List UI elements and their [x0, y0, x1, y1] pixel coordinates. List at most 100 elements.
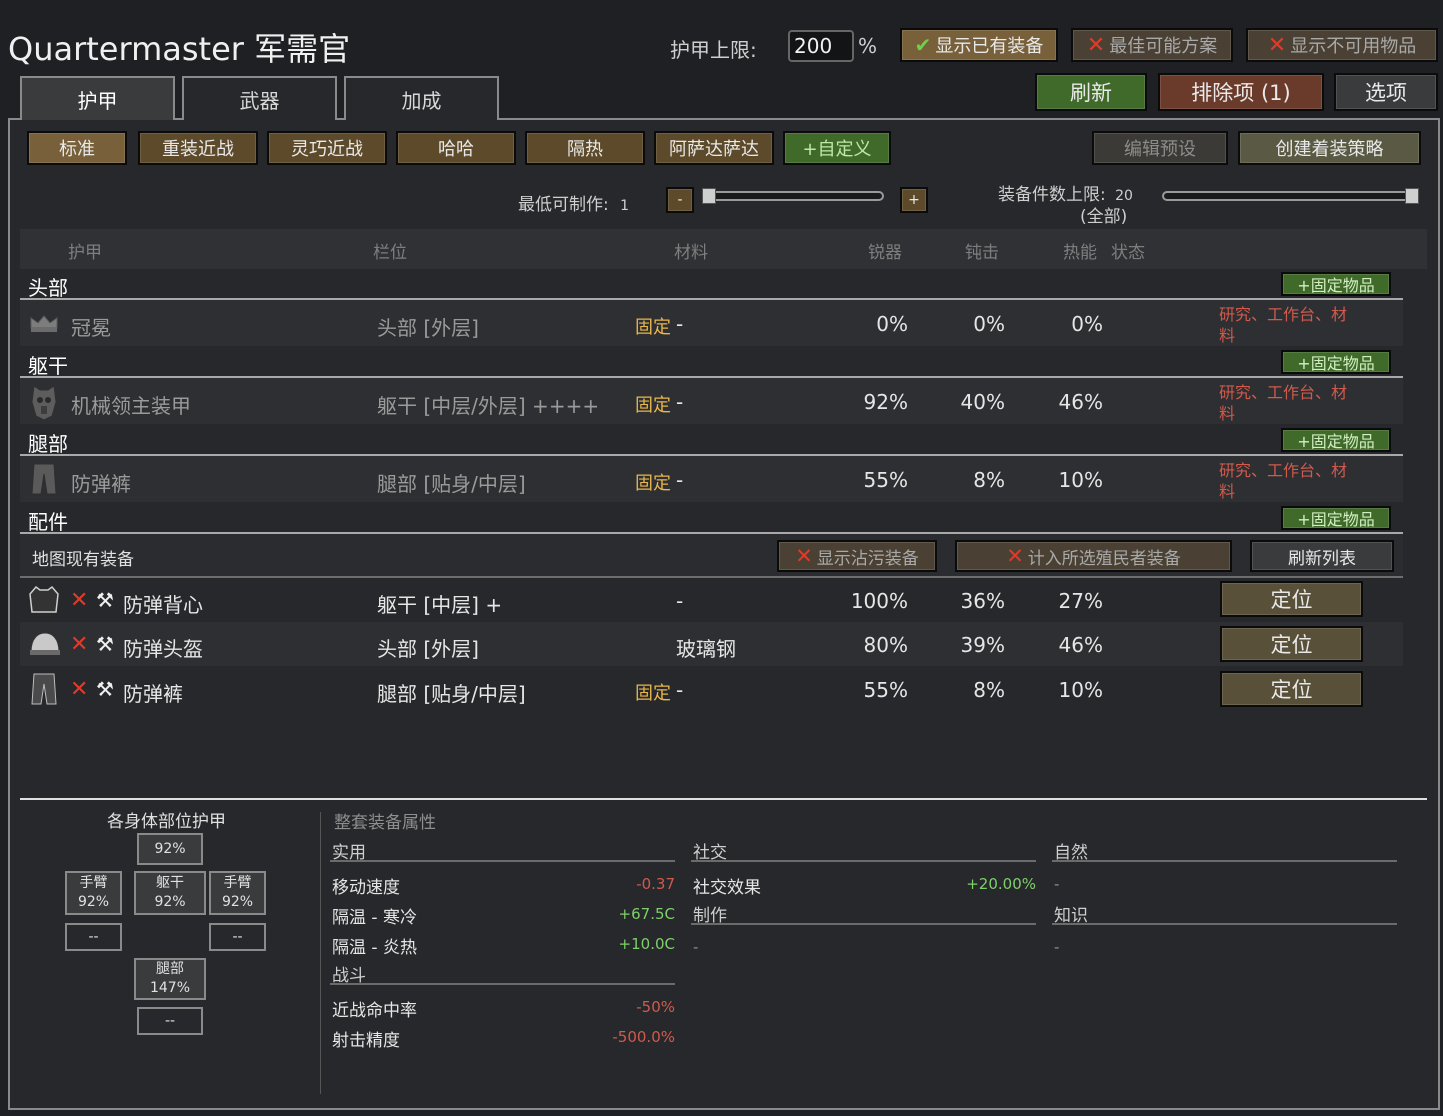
helmet-icon — [28, 630, 62, 658]
header-heat[interactable]: 热能 — [1063, 238, 1097, 263]
vertical-separator — [320, 812, 321, 1094]
header-status[interactable]: 状态 — [1111, 238, 1145, 263]
map-item-name: 防弹背心 — [123, 593, 203, 617]
min-craftable-thumb[interactable] — [702, 188, 716, 204]
torso-value: 92% — [154, 894, 186, 910]
tab-weapons[interactable]: 武器 — [182, 76, 337, 120]
header-blunt[interactable]: 钝击 — [965, 238, 999, 263]
tab-bonuses[interactable]: 加成 — [344, 76, 499, 120]
section-divider — [330, 983, 675, 985]
header-armor[interactable]: 护甲 — [68, 238, 102, 263]
map-item-name: 防弹头盔 — [123, 637, 203, 661]
item-material: - — [676, 468, 684, 492]
knowledge-value: - — [1054, 938, 1060, 956]
locate-button[interactable]: 定位 — [1220, 626, 1363, 662]
table-row[interactable] — [20, 578, 1403, 622]
stat-name: 社交效果 — [693, 878, 761, 898]
torso-label: 躯干 — [156, 875, 184, 891]
item-name: 防弹裤 — [71, 472, 131, 496]
fix-item-torso-button[interactable]: +固定物品 — [1281, 350, 1391, 374]
req-line-2: 料 — [1219, 404, 1236, 423]
create-policy-button[interactable]: 创建着装策略 — [1238, 131, 1421, 165]
section-divider — [691, 923, 1036, 925]
vest-icon — [28, 584, 60, 616]
exclude-icon[interactable]: ✕ — [70, 632, 88, 657]
exclude-icon[interactable]: ✕ — [70, 588, 88, 613]
fixed-badge: 固定 — [635, 683, 671, 704]
item-sharp: 92% — [863, 390, 908, 414]
min-craftable-increase[interactable]: + — [900, 187, 928, 213]
exclusions-button[interactable]: 排除项 (1) — [1158, 73, 1324, 111]
preset-add-custom[interactable]: +自定义 — [783, 131, 891, 165]
item-blunt: 40% — [960, 390, 1005, 414]
hammer-icon[interactable]: ⚒ — [96, 677, 114, 701]
stat-value: -0.37 — [636, 875, 675, 893]
req-line-2: 料 — [1219, 482, 1236, 501]
refresh-list-button[interactable]: 刷新列表 — [1250, 540, 1394, 572]
right-hand-value: -- — [232, 928, 243, 945]
cross-icon: ✕ — [795, 544, 813, 568]
item-material: - — [676, 312, 684, 336]
map-item-heat: 46% — [1058, 633, 1103, 657]
armor-cap-input[interactable]: 200 — [788, 30, 854, 62]
min-craftable-text: 最低可制作: — [518, 195, 609, 215]
left-arm-value: 92% — [77, 894, 110, 910]
fix-item-legs-button[interactable]: +固定物品 — [1281, 428, 1391, 452]
map-item-heat: 10% — [1058, 678, 1103, 702]
fix-item-accessories-button[interactable]: +固定物品 — [1281, 506, 1391, 530]
exclude-icon[interactable]: ✕ — [70, 677, 88, 702]
map-item-sharp: 100% — [850, 589, 908, 613]
options-button[interactable]: 选项 — [1334, 73, 1438, 111]
section-head-label: 头部 — [28, 276, 68, 300]
max-items-slider[interactable] — [1162, 191, 1418, 201]
right-arm-armor-box: 手臂 92% — [209, 871, 266, 915]
header-slot[interactable]: 栏位 — [373, 238, 407, 263]
table-row[interactable] — [20, 666, 1403, 710]
count-colonists-button[interactable]: ✕ 计入所选殖民者装备 — [955, 540, 1232, 572]
header-material[interactable]: 材料 — [674, 238, 708, 263]
max-items-sub: (全部) — [1080, 207, 1128, 227]
feet-armor-box: -- — [137, 1007, 203, 1035]
preset-heavy-melee[interactable]: 重装近战 — [138, 131, 258, 165]
locate-button[interactable]: 定位 — [1220, 581, 1363, 617]
preset-insulation[interactable]: 隔热 — [525, 131, 645, 165]
preset-haha[interactable]: 哈哈 — [396, 131, 516, 165]
preset-standard[interactable]: 标准 — [27, 131, 127, 165]
show-tainted-button[interactable]: ✕ 显示沾污装备 — [777, 540, 937, 572]
min-craftable-decrease[interactable]: - — [666, 187, 694, 213]
map-item-slot: 躯干 [中层] + — [377, 593, 503, 617]
map-item-blunt: 8% — [973, 678, 1005, 702]
locate-button[interactable]: 定位 — [1220, 671, 1363, 707]
map-item-material: - — [676, 589, 684, 613]
refresh-button[interactable]: 刷新 — [1035, 73, 1147, 111]
fix-item-head-button[interactable]: +固定物品 — [1281, 272, 1391, 296]
hammer-icon[interactable]: ⚒ — [96, 588, 114, 612]
show-owned-button[interactable]: ✔ 显示已有装备 — [900, 28, 1058, 62]
max-items-thumb[interactable] — [1405, 188, 1419, 204]
item-sharp: 55% — [863, 468, 908, 492]
req-line-1: 研究、工作台、材 — [1219, 461, 1348, 480]
preset-agile-melee[interactable]: 灵巧近战 — [267, 131, 387, 165]
header-sharp[interactable]: 锐器 — [868, 238, 902, 263]
window-title: Quartermaster 军需官 — [8, 30, 351, 68]
best-possible-button[interactable]: ✕ 最佳可能方案 — [1071, 28, 1233, 62]
show-tainted-label: 显示沾污装备 — [816, 548, 919, 569]
map-item-material: 玻璃钢 — [676, 637, 736, 661]
edit-preset-button[interactable]: 编辑预设 — [1092, 131, 1228, 165]
head-armor-box: 92% — [137, 833, 203, 865]
preset-custom-named[interactable]: 阿萨达萨达 — [654, 131, 774, 165]
min-craftable-slider[interactable] — [702, 191, 884, 201]
map-item-slot: 头部 [外层] — [377, 637, 479, 661]
show-unavailable-button[interactable]: ✕ 显示不可用物品 — [1246, 28, 1438, 62]
item-slot: 头部 [外层] — [377, 316, 479, 340]
head-armor-value: 92% — [154, 840, 186, 857]
fixed-badge: 固定 — [635, 317, 671, 338]
tab-armor[interactable]: 护甲 — [20, 76, 175, 120]
item-blunt: 0% — [973, 312, 1005, 336]
section-divider — [1052, 923, 1397, 925]
map-section-label: 地图现有装备 — [32, 550, 134, 570]
nature-value: - — [1054, 875, 1060, 893]
stat-value: +10.0C — [618, 935, 675, 953]
hammer-icon[interactable]: ⚒ — [96, 632, 114, 656]
stat-value: -500.0% — [612, 1028, 675, 1046]
